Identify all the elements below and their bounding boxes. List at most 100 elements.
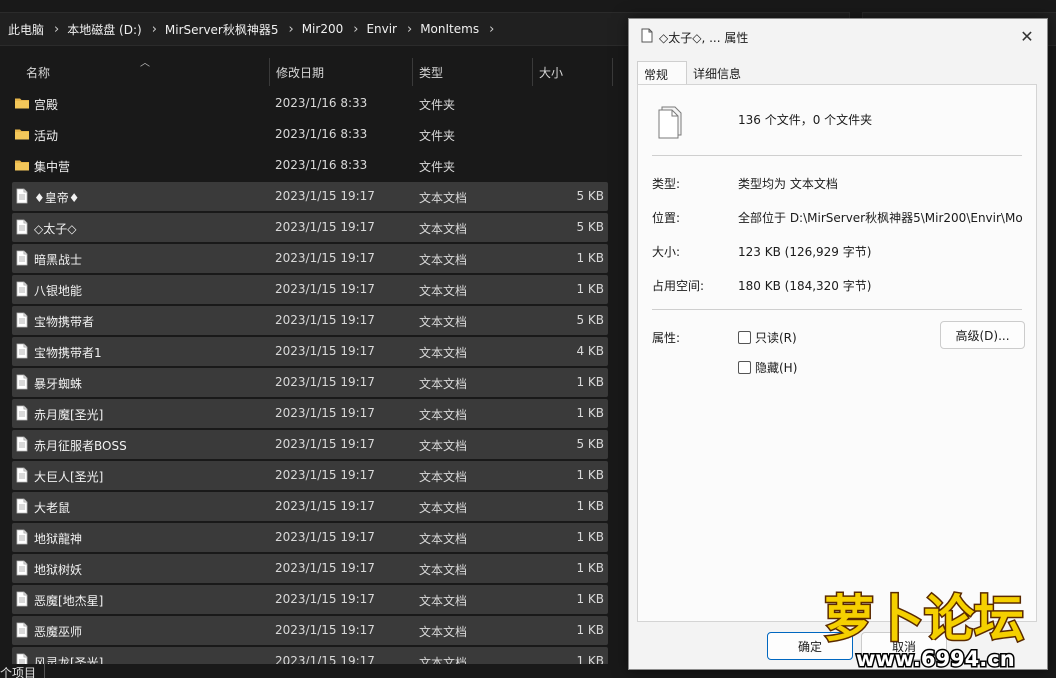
chevron-right-icon[interactable]: › [54,22,59,37]
file-row[interactable]: 恶魔[地杰星] 2023/1/15 19:17 文本文档 1 KB [10,584,610,615]
checkbox-box[interactable] [738,361,751,374]
file-row[interactable]: 大老鼠 2023/1/15 19:17 文本文档 1 KB [10,491,610,522]
chevron-right-icon[interactable]: › [289,22,294,37]
item-type: 文件夹 [419,98,456,112]
status-bar: 个项目 [0,664,36,678]
text-file-icon [14,591,30,607]
item-type: 文本文档 [419,408,468,422]
chevron-right-icon[interactable]: › [152,22,157,37]
column-header-size[interactable]: 大小 [533,58,613,86]
item-name: 八银地能 [34,284,83,298]
item-size: 1 KB [576,406,604,420]
item-name: 地狱树妖 [34,563,83,577]
readonly-checkbox[interactable]: 只读(R) [738,329,797,346]
text-file-icon [14,622,30,638]
tab-details[interactable]: 详细信息 [687,61,747,85]
location-value: 全部位于 D:\MirServer秋枫神器5\Mir200\Envir\Mo [738,211,1023,225]
folder-row[interactable]: 集中营 2023/1/16 8:33 文件夹 [10,150,610,181]
item-type: 文本文档 [419,625,468,639]
item-date: 2023/1/15 19:17 [275,375,375,389]
item-date: 2023/1/15 19:17 [275,437,375,451]
item-type: 文本文档 [419,191,468,205]
item-type: 文本文档 [419,439,468,453]
folder-icon [14,95,30,111]
file-row[interactable]: 赤月征服者BOSS 2023/1/15 19:17 文本文档 5 KB [10,429,610,460]
text-file-icon [14,281,30,297]
item-date: 2023/1/16 8:33 [275,158,368,172]
item-type: 文本文档 [419,284,468,298]
item-date: 2023/1/15 19:17 [275,592,375,606]
item-date: 2023/1/15 19:17 [275,189,375,203]
advanced-button[interactable]: 高级(D)... [940,321,1025,349]
column-header-name[interactable]: 名称 [20,58,270,86]
item-size: 4 KB [576,344,604,358]
item-type: 文本文档 [419,594,468,608]
breadcrumb-item[interactable]: Envir › [366,22,420,37]
file-row[interactable]: ♦皇帝♦ 2023/1/15 19:17 文本文档 5 KB [10,181,610,212]
chevron-right-icon[interactable]: › [353,22,358,37]
file-row[interactable]: 赤月魔[圣光] 2023/1/15 19:17 文本文档 1 KB [10,398,610,429]
file-row[interactable]: 风灵龙[圣光] 2023/1/15 19:17 文本文档 1 KB [10,646,610,664]
text-file-icon [14,250,30,266]
location-label: 位置: [652,211,681,225]
text-file-icon [14,312,30,328]
column-header-date[interactable]: 修改日期 [270,58,413,86]
item-name: 集中营 [34,160,71,174]
item-type: 文本文档 [419,315,468,329]
breadcrumb-item[interactable]: Mir200 › [302,22,367,37]
file-row[interactable]: 大巨人[圣光] 2023/1/15 19:17 文本文档 1 KB [10,460,610,491]
item-date: 2023/1/15 19:17 [275,251,375,265]
text-file-icon [14,343,30,359]
close-icon[interactable]: ✕ [1015,25,1039,47]
tab-general[interactable]: 常规 [637,61,687,85]
item-type: 文件夹 [419,160,456,174]
item-name: 赤月征服者BOSS [34,439,127,453]
breadcrumb-label: MirServer秋枫神器5 [164,22,279,37]
file-row[interactable]: ◇太子◇ 2023/1/15 19:17 文本文档 5 KB [10,212,610,243]
hidden-checkbox[interactable]: 隐藏(H) [738,359,797,376]
file-row[interactable]: 暗黑战士 2023/1/15 19:17 文本文档 1 KB [10,243,610,274]
file-row[interactable]: 八银地能 2023/1/15 19:17 文本文档 1 KB [10,274,610,305]
item-name: 风灵龙[圣光] [34,656,104,664]
text-file-icon [14,653,30,664]
svg-text:www.6994.cn: www.6994.cn [856,647,1015,671]
item-name: 大巨人[圣光] [34,470,104,484]
item-date: 2023/1/15 19:17 [275,313,375,327]
folder-row[interactable]: 活动 2023/1/16 8:33 文件夹 [10,119,610,150]
folder-row[interactable]: 宫殿 2023/1/16 8:33 文件夹 [10,88,610,119]
item-size: 1 KB [576,251,604,265]
breadcrumb-item[interactable]: MonItems › [420,22,502,37]
text-file-icon [14,529,30,545]
disk-size-label: 占用空间: [652,279,705,293]
item-name: 暗黑战士 [34,253,83,267]
text-file-icon [14,405,30,421]
folder-icon [14,126,30,142]
file-row[interactable]: 宝物携带者 2023/1/15 19:17 文本文档 5 KB [10,305,610,336]
item-date: 2023/1/15 19:17 [275,530,375,544]
breadcrumb-item[interactable]: 此电脑 › [8,21,67,38]
watermark-logo: 萝卜论坛 www.6994.cn [823,589,1026,673]
file-row[interactable]: 宝物携带者1 2023/1/15 19:17 文本文档 4 KB [10,336,610,367]
size-label: 大小: [652,245,681,259]
file-row[interactable]: 暴牙蜘蛛 2023/1/15 19:17 文本文档 1 KB [10,367,610,398]
breadcrumb-item[interactable]: 本地磁盘 (D:) › [67,21,165,38]
checkbox-box[interactable] [738,331,751,344]
file-count-summary: 136 个文件，0 个文件夹 [738,113,873,127]
attributes-label: 属性: [652,331,681,345]
file-row[interactable]: 地狱树妖 2023/1/15 19:17 文本文档 1 KB [10,553,610,584]
column-header-type[interactable]: 类型 [413,58,533,86]
chevron-right-icon[interactable]: › [407,22,412,37]
item-size: 5 KB [576,189,604,203]
size-value: 123 KB (126,929 字节) [738,245,872,259]
file-row[interactable]: 地狱龍神 2023/1/15 19:17 文本文档 1 KB [10,522,610,553]
text-file-icon [14,560,30,576]
file-row[interactable]: 恶魔巫师 2023/1/15 19:17 文本文档 1 KB [10,615,610,646]
item-name: 宝物携带者1 [34,346,102,360]
breadcrumb-item[interactable]: MirServer秋枫神器5 › [165,21,302,38]
readonly-label: 只读(R) [755,331,797,345]
breadcrumb-label: Mir200 [301,22,344,36]
multiple-files-icon [658,106,682,139]
column-type-label: 类型 [419,65,444,80]
chevron-right-icon[interactable]: › [489,22,494,37]
item-date: 2023/1/15 19:17 [275,561,375,575]
